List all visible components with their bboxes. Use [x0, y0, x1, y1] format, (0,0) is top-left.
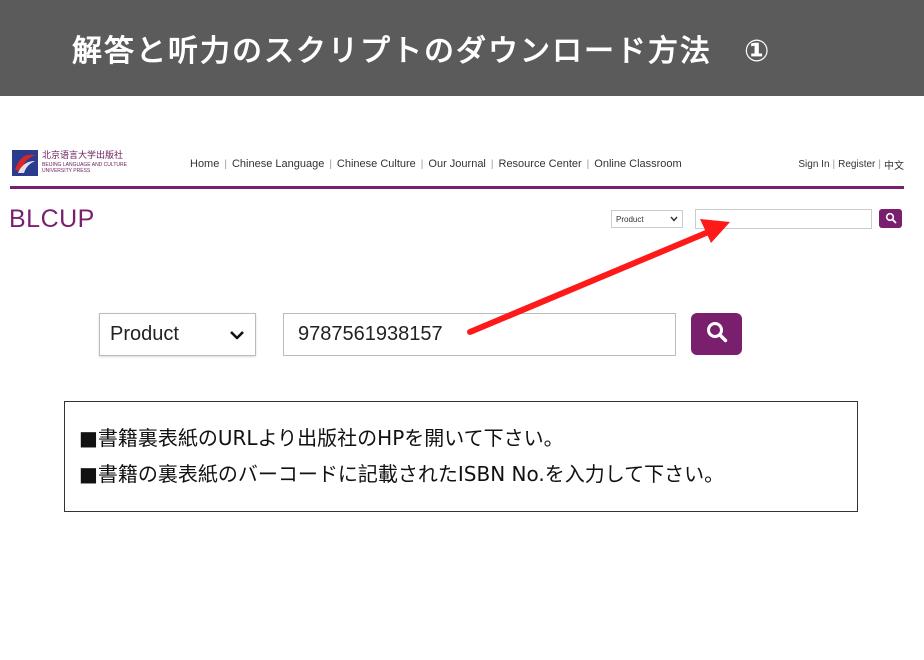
- nav-item-resource-center[interactable]: Resource Center: [494, 158, 587, 170]
- language-switch-link[interactable]: 中文: [884, 157, 904, 172]
- search-icon: [885, 209, 897, 228]
- search-icon: [705, 320, 729, 348]
- main-nav: Home | Chinese Language | Chinese Cultur…: [190, 156, 687, 172]
- account-separator: |: [878, 158, 881, 170]
- header-divider: [10, 186, 904, 189]
- instruction-line-1: ■書籍裏表紙のURLより出版社のHPを開いて下さい。: [79, 426, 564, 450]
- sign-in-link[interactable]: Sign In: [798, 159, 829, 170]
- brand-title: BLCUP: [9, 205, 95, 233]
- nav-item-home[interactable]: Home: [190, 158, 224, 170]
- register-link[interactable]: Register: [838, 159, 875, 170]
- account-links: Sign In | Register | 中文: [798, 156, 904, 172]
- search-input[interactable]: [695, 209, 872, 229]
- instruction-line-2: ■書籍の裏表紙のバーコードに記載されたISBN No.を入力して下さい。: [79, 462, 725, 486]
- zoomed-search-type-select[interactable]: Product: [99, 313, 256, 356]
- nav-item-our-journal[interactable]: Our Journal: [423, 158, 490, 170]
- zoomed-search-type-value: Product: [110, 323, 179, 345]
- zoomed-search-button[interactable]: [691, 313, 742, 355]
- zoomed-search-input[interactable]: 9787561938157: [283, 313, 676, 356]
- instruction-box: ■書籍裏表紙のURLより出版社のHPを開いて下さい。 ■書籍の裏表紙のバーコード…: [64, 401, 858, 512]
- banner-title: 解答と听力のスクリプトのダウンロード方法 ①: [72, 34, 772, 69]
- search-type-select[interactable]: Product: [611, 210, 683, 228]
- nav-item-online-classroom[interactable]: Online Classroom: [589, 158, 686, 170]
- nav-item-chinese-culture[interactable]: Chinese Culture: [332, 158, 421, 170]
- search-type-value: Product: [616, 214, 644, 224]
- logo-mark-icon: [12, 150, 38, 176]
- chevron-down-icon: [670, 215, 678, 224]
- logo-english-text-2: UNIVERSITY PRESS: [42, 168, 91, 174]
- title-banner: 解答と听力のスクリプトのダウンロード方法 ①: [0, 0, 924, 96]
- account-separator: |: [832, 158, 836, 170]
- site-logo[interactable]: 北京语言大学出版社 BEIJING LANGUAGE AND CULTURE U…: [12, 148, 170, 178]
- nav-item-chinese-language[interactable]: Chinese Language: [227, 158, 329, 170]
- search-button[interactable]: [879, 209, 902, 228]
- chevron-down-icon: [229, 323, 245, 346]
- logo-chinese-text: 北京语言大学出版社: [42, 151, 124, 161]
